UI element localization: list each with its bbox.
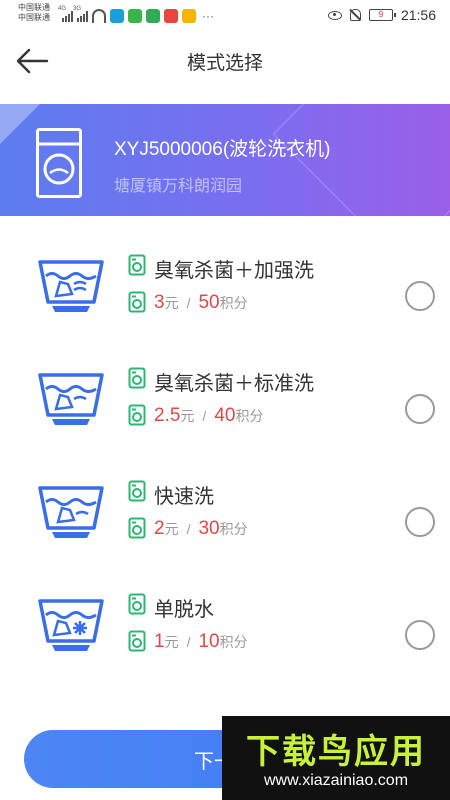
machine-icon	[128, 593, 146, 615]
points-value: 50	[198, 292, 220, 313]
machine-icon	[128, 367, 146, 389]
price-unit: 元	[164, 295, 179, 311]
washing-tub-icon	[38, 599, 104, 651]
machine-icon	[128, 480, 146, 502]
carrier-2: 中国联通	[18, 13, 50, 22]
app-icon	[110, 9, 124, 23]
signal-icon: 3G	[73, 6, 88, 22]
wifi-icon	[92, 9, 106, 23]
mode-item-spin-only[interactable]: 单脱水 1元 / 10积分	[0, 573, 450, 685]
machine-icon	[128, 630, 146, 652]
washing-machine-icon	[36, 128, 82, 198]
price-value: 1	[154, 631, 165, 652]
news-icon	[164, 9, 178, 23]
mode-price: 3元 / 50积分	[154, 292, 248, 314]
price-separator: /	[186, 634, 191, 650]
app-icon	[146, 9, 160, 23]
watermark: 下载鸟应用 www.xiazainiao.com	[222, 716, 450, 800]
price-separator: /	[186, 521, 191, 537]
price-value: 2.5	[154, 405, 181, 426]
price-unit: 元	[164, 521, 179, 537]
points-unit: 积分	[219, 521, 248, 537]
battery-icon: 9	[368, 9, 396, 21]
mode-name: 臭氧杀菌＋加强洗	[154, 260, 314, 282]
mode-price: 1元 / 10积分	[154, 631, 248, 653]
mode-radio[interactable]	[405, 281, 435, 311]
device-banner: XYJ5000006(波轮洗衣机) 塘厦镇万科朗润园	[0, 104, 450, 216]
machine-icon	[128, 517, 146, 539]
points-unit: 积分	[235, 408, 264, 424]
status-icons-right: 9 21:56	[327, 5, 436, 25]
points-unit: 积分	[219, 634, 248, 650]
watermark-url: www.xiazainiao.com	[263, 772, 409, 789]
status-bar: 中国联通 中国联通 4G 3G ··· 9 21:56	[0, 0, 450, 30]
mode-radio[interactable]	[405, 620, 435, 650]
points-value: 30	[198, 518, 220, 539]
mode-price: 2元 / 30积分	[154, 518, 248, 540]
more-notifications-icon: ···	[202, 9, 214, 23]
carrier-labels: 中国联通 中国联通	[18, 3, 62, 23]
washing-tub-icon	[38, 373, 104, 425]
eye-icon	[327, 10, 342, 20]
app-icon	[182, 9, 196, 23]
machine-icon	[128, 291, 146, 313]
device-name: XYJ5000006(波轮洗衣机)	[114, 139, 331, 160]
status-icons-left: 4G 3G ···	[58, 5, 214, 27]
mode-item-ozone-intensive[interactable]: 臭氧杀菌＋加强洗 3元 / 50积分	[0, 234, 450, 346]
price-value: 2	[154, 518, 165, 539]
points-unit: 积分	[219, 295, 248, 311]
machine-icon	[128, 254, 146, 276]
machine-icon	[128, 404, 146, 426]
page-title: 模式选择	[186, 53, 263, 74]
mode-item-ozone-standard[interactable]: 臭氧杀菌＋标准洗 2.5元 / 40积分	[0, 347, 450, 459]
wechat-icon	[128, 9, 142, 23]
mode-radio[interactable]	[405, 507, 435, 537]
mode-name: 快速洗	[154, 486, 214, 508]
carrier-1: 中国联通	[18, 3, 50, 12]
price-value: 3	[154, 292, 165, 313]
price-unit: 元	[164, 634, 179, 650]
mode-radio[interactable]	[405, 394, 435, 424]
mode-price: 2.5元 / 40积分	[154, 405, 263, 427]
washing-tub-icon	[38, 486, 104, 538]
washing-tub-icon	[38, 260, 104, 312]
watermark-logo: 下载鸟应用	[246, 733, 426, 771]
points-value: 40	[214, 405, 236, 426]
price-separator: /	[186, 295, 191, 311]
mode-item-quick-wash[interactable]: 快速洗 2元 / 30积分	[0, 460, 450, 572]
price-unit: 元	[180, 408, 195, 424]
signal-icon: 4G	[58, 6, 73, 22]
mode-name: 臭氧杀菌＋标准洗	[154, 373, 314, 395]
header: 模式选择	[0, 30, 450, 92]
mode-name: 单脱水	[154, 599, 214, 621]
device-address: 塘厦镇万科朗润园	[114, 178, 243, 195]
mute-icon	[349, 9, 361, 21]
clock: 21:56	[400, 7, 436, 23]
points-value: 10	[198, 631, 220, 652]
banner-decoration	[0, 104, 40, 144]
price-separator: /	[202, 408, 207, 424]
